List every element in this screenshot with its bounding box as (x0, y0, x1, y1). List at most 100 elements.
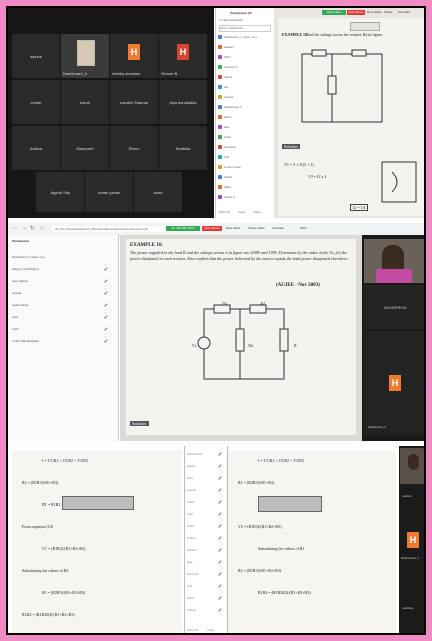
video-tile[interactable]: Radhika (159, 126, 207, 170)
forward-icon[interactable]: → (21, 225, 27, 231)
participant-row[interactable]: Amber Bandhakalka (12, 339, 39, 343)
participant-tile[interactable]: ARUNPRIYA (364, 285, 424, 329)
participant-row[interactable]: Ankit (187, 524, 194, 528)
participant-row[interactable]: ajit (218, 85, 228, 90)
participant-row[interactable]: Dashboard (187, 452, 202, 456)
more-button[interactable]: More (300, 226, 307, 231)
participant-row[interactable]: ananta (12, 291, 21, 295)
mic-muted-icon[interactable]: 🎤 (104, 279, 108, 283)
video-tile[interactable]: Ansh (134, 172, 182, 212)
participant-row[interactable]: aditya (187, 464, 195, 468)
participant-row[interactable]: Dashboard_h (Host, me) (12, 255, 45, 259)
participant-row[interactable]: Anil (187, 584, 192, 588)
participant-row[interactable]: aakash (218, 45, 234, 50)
mic-muted-icon[interactable]: 🎤 (218, 452, 222, 456)
participant-video[interactable] (364, 239, 424, 283)
participant-row[interactable]: swati shinde (12, 303, 29, 307)
participant-row[interactable]: ajay (218, 125, 230, 130)
participant-row[interactable]: Dashboard_h (Host, me) (218, 35, 257, 40)
participant-row[interactable]: Aman kumar (218, 165, 241, 170)
video-tile[interactable]: H Simran B (159, 34, 207, 78)
participant-video[interactable] (400, 448, 424, 484)
participant-row[interactable]: Devansh (187, 572, 199, 576)
back-icon[interactable]: ← (12, 225, 18, 231)
video-tile[interactable]: salunk (12, 34, 60, 78)
video-tile[interactable]: nandini Sharma (110, 80, 158, 124)
video-tile[interactable]: Aman yadav (85, 172, 133, 212)
mic-muted-icon[interactable]: 🎤 (218, 536, 222, 540)
participant-row[interactable]: Ashmita S (218, 65, 238, 70)
participant-row[interactable]: aditya_b (Sarthak ji) (12, 267, 39, 271)
invite-button[interactable]: Invite (207, 628, 214, 632)
participant-row[interactable]: Devansh (218, 145, 236, 150)
invite-button[interactable]: Invite (238, 210, 245, 215)
more-button[interactable]: More (254, 210, 261, 215)
video-tile[interactable]: Manpreet (61, 126, 109, 170)
mic-muted-icon[interactable]: 🎤 (218, 596, 222, 600)
participant-row[interactable]: yash (12, 315, 18, 319)
participant-row[interactable]: aditya (218, 75, 232, 80)
search-input[interactable]: Find a participant (219, 25, 271, 32)
new-share-button[interactable]: New share (226, 226, 240, 231)
participant-row[interactable]: Ankit (218, 135, 231, 140)
stop-share-button[interactable]: Stop Share (202, 226, 222, 231)
mic-muted-icon[interactable]: 🎤 (104, 303, 108, 307)
participant-row[interactable]: Aditya S (218, 195, 235, 200)
tab-in-call[interactable]: In call participants (219, 18, 243, 23)
participant-tile[interactable]: H Dashboard_h (364, 331, 424, 435)
participant-row[interactable]: adam (218, 115, 232, 120)
mic-muted-icon[interactable]: 🎤 (218, 488, 222, 492)
participant-row[interactable]: Anil (218, 155, 229, 160)
stop-share-button[interactable]: Stop Share (347, 10, 365, 15)
mute-all-button[interactable]: Mute All (187, 628, 198, 632)
video-tile[interactable]: Dhruv (110, 126, 158, 170)
participant-row[interactable]: Sahil (187, 596, 194, 600)
annotate-button[interactable]: Annotate (398, 10, 410, 15)
video-tile[interactable]: cribab (12, 80, 60, 124)
participant-row[interactable]: ajay (187, 560, 193, 564)
mic-muted-icon[interactable]: 🎤 (104, 291, 108, 295)
video-tile[interactable]: harsh (61, 80, 109, 124)
mic-muted-icon[interactable]: 🎤 (218, 584, 222, 588)
participant-row[interactable]: tanvi jadhav (12, 279, 28, 283)
mic-muted-icon[interactable]: 🎤 (218, 548, 222, 552)
video-tile[interactable]: Jagruti Shy (36, 172, 84, 212)
reload-icon[interactable]: ↻ (30, 225, 35, 232)
mic-muted-icon[interactable]: 🎤 (218, 464, 222, 468)
home-icon[interactable]: ⌂ (40, 225, 44, 231)
participant-row[interactable]: swati (187, 500, 194, 504)
mute-all-button[interactable]: Mute All (219, 210, 230, 215)
participant-row[interactable]: Amber (187, 536, 196, 540)
pause-button[interactable]: Pause (384, 10, 393, 15)
mic-muted-icon[interactable]: 🎤 (218, 476, 222, 480)
participant-row[interactable]: Sahil (218, 185, 231, 190)
participant-row[interactable]: ananta (187, 488, 196, 492)
mic-muted-icon[interactable]: 🎤 (104, 327, 108, 331)
participant-row[interactable]: Dashboard_h (218, 105, 242, 110)
video-tile[interactable]: diya bandhalka (159, 80, 207, 124)
participant-row[interactable]: tanvi (187, 476, 193, 480)
mic-muted-icon[interactable]: 🎤 (104, 339, 108, 343)
participant-row[interactable]: aakash (187, 548, 197, 552)
mic-muted-icon[interactable]: 🎤 (218, 500, 222, 504)
new-share-button[interactable]: New Share (367, 10, 382, 15)
meeting-id-badge[interactable]: ID: 930 066 5572 (166, 226, 200, 231)
participant-row[interactable]: ADIJ (218, 55, 231, 60)
participant-row[interactable]: Anisha (218, 95, 233, 100)
mic-muted-icon[interactable]: 🎤 (104, 267, 108, 271)
video-tile[interactable]: Anisha (12, 126, 60, 170)
mic-muted-icon[interactable]: 🎤 (218, 608, 222, 612)
participant-row[interactable]: Aditya (187, 608, 195, 612)
start-video-button[interactable]: Start Video (322, 10, 346, 15)
mic-muted-icon[interactable]: 🎤 (104, 315, 108, 319)
mic-muted-icon[interactable]: 🎤 (218, 512, 222, 516)
mic-muted-icon[interactable]: 🎤 (218, 560, 222, 564)
participant-row[interactable]: yash (187, 512, 193, 516)
participant-row[interactable]: Akash (218, 175, 232, 180)
pause-share-button[interactable]: Pause share (248, 226, 265, 231)
video-tile-active[interactable]: Dashboard_h (61, 34, 109, 78)
annotate-button[interactable]: Annotate (272, 226, 284, 231)
mic-muted-icon[interactable]: 🎤 (218, 572, 222, 576)
mic-muted-icon[interactable]: 🎤 (218, 524, 222, 528)
participant-row[interactable]: Ankit (12, 327, 19, 331)
